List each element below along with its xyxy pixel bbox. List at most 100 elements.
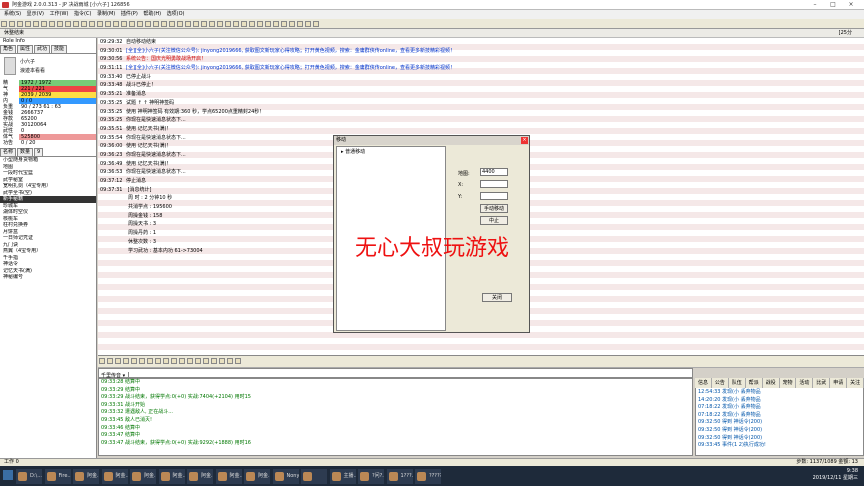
menu-work[interactable]: 工作(W) bbox=[50, 10, 69, 19]
chat-tool-button[interactable] bbox=[171, 358, 177, 364]
toolbar-button[interactable] bbox=[193, 21, 199, 27]
toolbar-button[interactable] bbox=[97, 21, 103, 27]
toolbar-button[interactable] bbox=[305, 21, 311, 27]
close-window-button[interactable]: × bbox=[844, 1, 858, 9]
toolbar-button[interactable] bbox=[281, 21, 287, 27]
taskbar-item[interactable]: 1???... bbox=[386, 469, 413, 484]
taskbar-item[interactable]: 阿金... bbox=[158, 469, 185, 484]
menu-system[interactable]: 系统(S) bbox=[4, 10, 21, 19]
toolbar-button[interactable] bbox=[73, 21, 79, 27]
system-tab[interactable]: 帮派 bbox=[746, 378, 763, 388]
toolbar-button[interactable] bbox=[129, 21, 135, 27]
taskbar-item[interactable]: Fire... bbox=[44, 469, 71, 484]
menu-options[interactable]: 选项(O) bbox=[167, 10, 185, 19]
list-item[interactable]: ▸ 普通移动 bbox=[337, 147, 445, 158]
taskbar-item[interactable]: 阿金... bbox=[187, 469, 213, 484]
chat-tool-button[interactable] bbox=[99, 358, 105, 364]
toolbar-button[interactable] bbox=[65, 21, 71, 27]
toolbar-button[interactable] bbox=[217, 21, 223, 27]
chat-tool-button[interactable] bbox=[139, 358, 145, 364]
chat-tool-button[interactable] bbox=[227, 358, 233, 364]
x-field[interactable] bbox=[480, 180, 508, 188]
toolbar-button[interactable] bbox=[289, 21, 295, 27]
chat-tool-button[interactable] bbox=[163, 358, 169, 364]
taskbar-item[interactable]: 主播... bbox=[329, 469, 356, 484]
menu-help[interactable]: 帮助(H) bbox=[143, 10, 161, 19]
chat-tool-button[interactable] bbox=[107, 358, 113, 364]
manual-move-button[interactable]: 手动移动 bbox=[480, 204, 508, 213]
taskbar-item[interactable]: ?????... bbox=[415, 469, 441, 484]
toolbar-button[interactable] bbox=[113, 21, 119, 27]
taskbar-item[interactable]: ?问?... bbox=[358, 469, 384, 484]
toolbar-button[interactable] bbox=[265, 21, 271, 27]
system-tab[interactable]: 信息 bbox=[695, 378, 712, 388]
system-tab[interactable]: 宠物 bbox=[780, 378, 797, 388]
tab-attributes[interactable]: 属性 bbox=[17, 45, 34, 53]
menu-record[interactable]: 录制(M) bbox=[97, 10, 115, 19]
toolbar-button[interactable] bbox=[137, 21, 143, 27]
system-tab[interactable]: 战役 bbox=[763, 378, 780, 388]
toolbar-button[interactable] bbox=[169, 21, 175, 27]
tab-martial[interactable]: 武功 bbox=[34, 45, 51, 53]
taskbar-item[interactable]: 阿金... bbox=[73, 469, 99, 484]
toolbar-button[interactable] bbox=[249, 21, 255, 27]
toolbar-button[interactable] bbox=[273, 21, 279, 27]
start-button-icon[interactable] bbox=[3, 470, 13, 480]
toolbar-button[interactable] bbox=[9, 21, 15, 27]
toolbar-button[interactable] bbox=[313, 21, 319, 27]
y-field[interactable] bbox=[480, 192, 508, 200]
chat-tool-button[interactable] bbox=[155, 358, 161, 364]
toolbar-button[interactable] bbox=[201, 21, 207, 27]
menu-plugin[interactable]: 插件(P) bbox=[121, 10, 138, 19]
toolbar-button[interactable] bbox=[33, 21, 39, 27]
menu-view[interactable]: 显示(V) bbox=[27, 10, 44, 19]
toolbar-button[interactable] bbox=[225, 21, 231, 27]
tab-skills[interactable]: 技能 bbox=[51, 45, 68, 53]
taskbar-item[interactable]: D:\... bbox=[16, 469, 42, 484]
chat-tool-button[interactable] bbox=[131, 358, 137, 364]
menu-command[interactable]: 指令(C) bbox=[74, 10, 91, 19]
chat-tool-button[interactable] bbox=[187, 358, 193, 364]
system-tab[interactable]: 队伍 bbox=[729, 378, 746, 388]
maximize-button[interactable]: □ bbox=[826, 1, 840, 9]
dialog-close-icon[interactable]: × bbox=[521, 137, 528, 144]
chat-tool-button[interactable] bbox=[179, 358, 185, 364]
toolbar-button[interactable] bbox=[17, 21, 23, 27]
toolbar-button[interactable] bbox=[185, 21, 191, 27]
toolbar-button[interactable] bbox=[177, 21, 183, 27]
toolbar-button[interactable] bbox=[81, 21, 87, 27]
chat-tool-button[interactable] bbox=[147, 358, 153, 364]
map-field[interactable]: 4400 bbox=[480, 168, 508, 176]
toolbar-button[interactable] bbox=[57, 21, 63, 27]
toolbar-button[interactable] bbox=[241, 21, 247, 27]
system-tab[interactable]: 活动 bbox=[796, 378, 814, 388]
system-tab[interactable]: 申请 bbox=[830, 378, 848, 388]
toolbar-button[interactable] bbox=[209, 21, 215, 27]
toolbar-button[interactable] bbox=[89, 21, 95, 27]
taskbar-item[interactable]: Nony... bbox=[272, 469, 299, 484]
chat-tool-button[interactable] bbox=[235, 358, 241, 364]
chat-tool-button[interactable] bbox=[219, 358, 225, 364]
toolbar-button[interactable] bbox=[233, 21, 239, 27]
inventory-item[interactable]: 神秘编号 bbox=[0, 274, 96, 281]
taskbar-item[interactable]: 阿金... bbox=[130, 469, 156, 484]
chat-input[interactable] bbox=[131, 369, 686, 377]
taskbar-item[interactable] bbox=[301, 469, 327, 484]
system-tab[interactable]: 比武 bbox=[813, 378, 831, 388]
taskbar-item[interactable]: 阿金... bbox=[244, 469, 270, 484]
toolbar-button[interactable] bbox=[121, 21, 127, 27]
stop-button[interactable]: 中止 bbox=[480, 216, 508, 225]
chat-tool-button[interactable] bbox=[203, 358, 209, 364]
toolbar-button[interactable] bbox=[153, 21, 159, 27]
chat-tool-button[interactable] bbox=[123, 358, 129, 364]
system-tab[interactable]: 关注 bbox=[847, 378, 864, 388]
chat-tool-button[interactable] bbox=[211, 358, 217, 364]
toolbar-button[interactable] bbox=[41, 21, 47, 27]
system-tab[interactable]: 公告 bbox=[712, 378, 729, 388]
toolbar-button[interactable] bbox=[297, 21, 303, 27]
taskbar-item[interactable]: 阿金... bbox=[101, 469, 128, 484]
toolbar-button[interactable] bbox=[145, 21, 151, 27]
tab-role[interactable]: 角色 bbox=[0, 45, 17, 53]
toolbar-button[interactable] bbox=[257, 21, 263, 27]
toolbar-button[interactable] bbox=[161, 21, 167, 27]
